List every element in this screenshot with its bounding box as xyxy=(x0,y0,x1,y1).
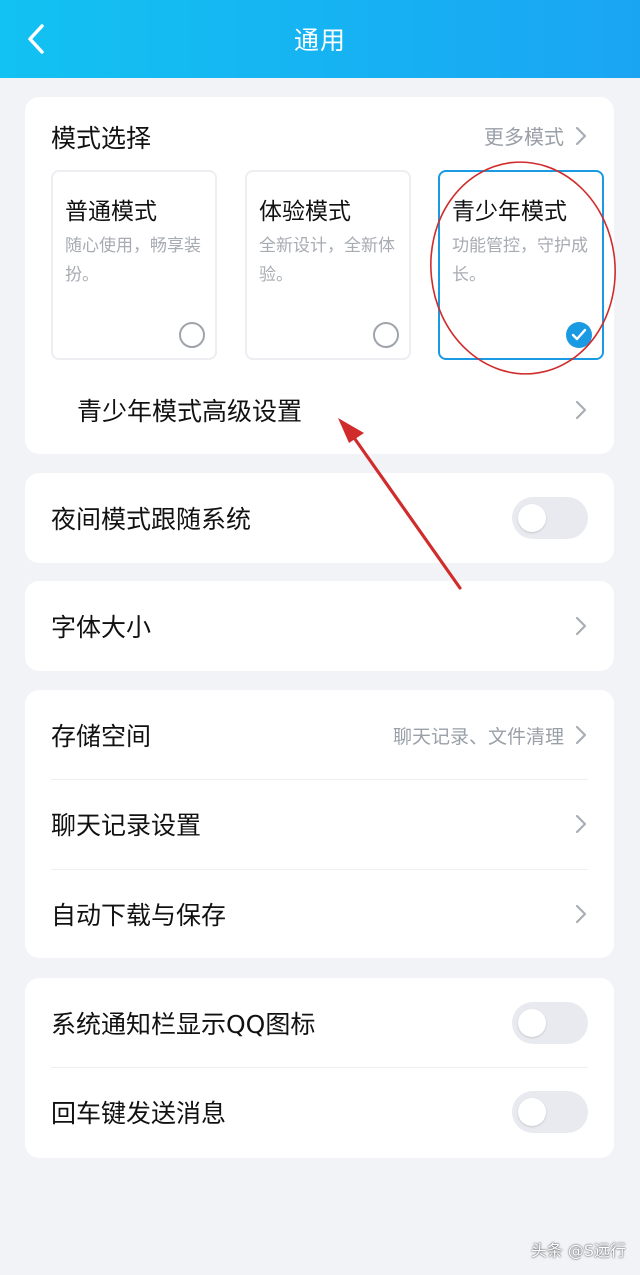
night-mode-row: 夜间模式跟随系统 xyxy=(25,473,614,563)
top-bar: 通用 xyxy=(0,0,640,78)
tray-icon-toggle[interactable] xyxy=(512,1002,588,1044)
enter-send-label: 回车键发送消息 xyxy=(51,1099,227,1128)
toggle-knob xyxy=(518,1009,546,1037)
chevron-right-icon xyxy=(575,400,587,420)
enter-send-row: 回车键发送消息 xyxy=(25,1067,614,1157)
chevron-right-icon xyxy=(575,725,587,745)
chevron-right-icon xyxy=(575,904,587,924)
mode-card-experience[interactable]: 体验模式 全新设计，全新体验。 xyxy=(245,170,411,360)
tray-icon-row: 系统通知栏显示QQ图标 xyxy=(25,978,614,1068)
auto-download-row[interactable]: 自动下载与保存 xyxy=(25,869,614,959)
toggle-knob xyxy=(518,1098,546,1126)
mode-desc: 功能管控，守护成长。 xyxy=(452,236,588,285)
chevron-right-icon xyxy=(575,616,587,636)
mode-name: 青少年模式 xyxy=(452,199,567,225)
night-mode-label: 夜间模式跟随系统 xyxy=(51,505,252,534)
mode-desc: 全新设计，全新体验。 xyxy=(259,236,395,285)
font-size-card: 字体大小 xyxy=(25,581,614,671)
mode-name: 体验模式 xyxy=(259,199,351,225)
page-title: 通用 xyxy=(293,26,346,55)
notify-group-card: 系统通知栏显示QQ图标 回车键发送消息 xyxy=(25,978,614,1158)
mode-desc: 随心使用，畅享装扮。 xyxy=(65,236,201,285)
font-size-label: 字体大小 xyxy=(51,613,152,642)
mode-card-normal[interactable]: 普通模式 随心使用，畅享装扮。 xyxy=(51,170,217,360)
teen-advanced-settings-label: 青少年模式高级设置 xyxy=(77,397,303,426)
storage-group-card: 存储空间 聊天记录、文件清理 聊天记录设置 自动下载与保存 xyxy=(25,690,614,958)
storage-label: 存储空间 xyxy=(51,722,152,751)
chat-settings-label: 聊天记录设置 xyxy=(51,811,202,840)
night-mode-toggle[interactable] xyxy=(512,497,588,539)
mode-section-title: 模式选择 xyxy=(51,124,152,153)
tray-icon-label: 系统通知栏显示QQ图标 xyxy=(51,1010,316,1039)
font-size-row[interactable]: 字体大小 xyxy=(25,581,614,671)
storage-hint: 聊天记录、文件清理 xyxy=(392,725,564,748)
storage-row[interactable]: 存储空间 聊天记录、文件清理 xyxy=(25,690,614,780)
radio-checked-icon[interactable] xyxy=(566,322,592,348)
chat-settings-row[interactable]: 聊天记录设置 xyxy=(25,779,614,869)
chevron-right-icon xyxy=(575,814,587,834)
auto-download-label: 自动下载与保存 xyxy=(51,901,227,930)
toggle-knob xyxy=(518,504,546,532)
back-button[interactable] xyxy=(18,20,54,58)
teen-advanced-settings-row[interactable]: 青少年模式高级设置 xyxy=(25,367,614,453)
chevron-left-icon xyxy=(28,24,44,54)
checkmark-icon xyxy=(571,328,587,341)
radio-unchecked-icon[interactable] xyxy=(373,322,399,348)
watermark: 头条 @S远行 xyxy=(530,1241,626,1260)
radio-unchecked-icon[interactable] xyxy=(179,322,205,348)
more-modes-link[interactable]: 更多模式 xyxy=(484,121,588,150)
more-modes-label: 更多模式 xyxy=(484,125,564,149)
chevron-right-icon xyxy=(575,126,587,145)
mode-name: 普通模式 xyxy=(65,199,157,225)
night-mode-card: 夜间模式跟随系统 xyxy=(25,473,614,563)
mode-selection-card: 模式选择 更多模式 普通模式 随心使用，畅享装扮。 体验模式 全新设计，全新体验… xyxy=(25,97,614,454)
mode-card-teen[interactable]: 青少年模式 功能管控，守护成长。 xyxy=(438,170,604,360)
enter-send-toggle[interactable] xyxy=(512,1091,588,1133)
